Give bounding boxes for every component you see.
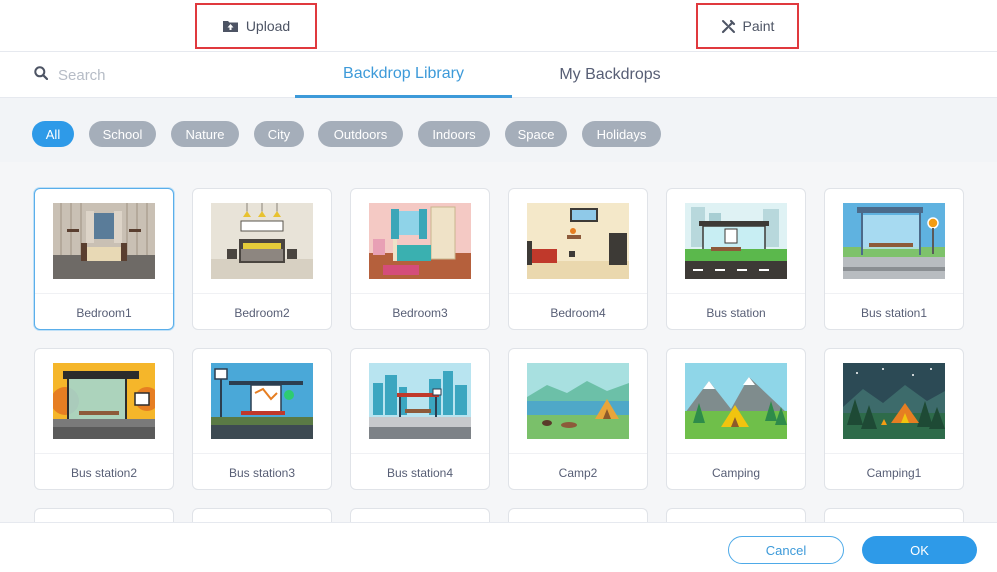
backdrop-card-partial[interactable]: [34, 508, 174, 522]
backdrop-grid: Bedroom1 Bedroom2 Bedroom3 Bedroom4 Bus …: [0, 162, 997, 522]
backdrop-label: Camping1: [825, 453, 963, 480]
backdrop-label: Bus station3: [193, 453, 331, 480]
upload-label: Upload: [245, 18, 291, 34]
cancel-button[interactable]: Cancel: [728, 536, 844, 564]
backdrop-card-camping1[interactable]: Camping1: [824, 348, 964, 490]
backdrop-card-camping[interactable]: Camping: [666, 348, 806, 490]
backdrop-thumbnail-camping1: [843, 363, 945, 439]
backdrop-thumbnail-bus-station: [685, 203, 787, 279]
backdrop-card-bedroom1[interactable]: Bedroom1: [34, 188, 174, 330]
backdrop-thumbnail-bus-station4: [369, 363, 471, 439]
backdrop-card-camp2[interactable]: Camp2: [508, 348, 648, 490]
backdrop-card-bus-station2[interactable]: Bus station2: [34, 348, 174, 490]
filter-holidays[interactable]: Holidays: [582, 121, 661, 147]
backdrop-card-bus-station[interactable]: Bus station: [666, 188, 806, 330]
filter-city[interactable]: City: [254, 121, 304, 147]
backdrop-label: Bus station1: [825, 293, 963, 320]
backdrop-card-partial[interactable]: [350, 508, 490, 522]
backdrop-label: Bedroom2: [193, 293, 331, 320]
backdrop-thumbnail-bedroom3: [369, 203, 471, 279]
dialog-footer: Cancel OK: [0, 522, 997, 572]
backdrop-card-bedroom3[interactable]: Bedroom3: [350, 188, 490, 330]
paint-button[interactable]: Paint: [696, 3, 799, 49]
backdrop-card-partial[interactable]: [666, 508, 806, 522]
backdrop-label: Bedroom1: [35, 293, 173, 320]
backdrop-thumbnail-bus-station1: [843, 203, 945, 279]
backdrop-card-bus-station3[interactable]: Bus station3: [192, 348, 332, 490]
upload-icon: [222, 19, 239, 33]
filter-indoors[interactable]: Indoors: [418, 121, 490, 147]
tab-my-backdrops[interactable]: My Backdrops: [530, 52, 690, 98]
backdrop-card-bus-station1[interactable]: Bus station1: [824, 188, 964, 330]
backdrop-card-partial[interactable]: [824, 508, 964, 522]
filter-nature[interactable]: Nature: [171, 121, 239, 147]
backdrop-card-bedroom2[interactable]: Bedroom2: [192, 188, 332, 330]
search-box[interactable]: Search: [34, 52, 106, 98]
ok-button[interactable]: OK: [862, 536, 977, 564]
backdrop-label: Bus station2: [35, 453, 173, 480]
backdrop-card-partial[interactable]: [192, 508, 332, 522]
filter-outdoors[interactable]: Outdoors: [318, 121, 403, 147]
backdrop-thumbnail-bus-station2: [53, 363, 155, 439]
filter-all[interactable]: All: [32, 121, 74, 147]
backdrop-card-bus-station4[interactable]: Bus station4: [350, 348, 490, 490]
backdrop-thumbnail-camping: [685, 363, 787, 439]
backdrop-thumbnail-camp2: [527, 363, 629, 439]
backdrop-label: Bedroom4: [509, 293, 647, 320]
backdrop-card-bedroom4[interactable]: Bedroom4: [508, 188, 648, 330]
paint-brush-icon: [721, 19, 736, 34]
backdrop-label: Camp2: [509, 453, 647, 480]
library-header: Search Backdrop Library My Backdrops: [0, 52, 997, 98]
backdrop-label: Bus station4: [351, 453, 489, 480]
backdrop-label: Bus station: [667, 293, 805, 320]
backdrop-card-partial[interactable]: [508, 508, 648, 522]
filter-school[interactable]: School: [89, 121, 156, 147]
top-toolbar: Upload Paint: [0, 0, 997, 52]
backdrop-thumbnail-bedroom2: [211, 203, 313, 279]
category-filter-bar: All School Nature City Outdoors Indoors …: [0, 98, 997, 162]
search-input[interactable]: Search: [58, 67, 106, 84]
paint-label: Paint: [742, 18, 775, 34]
backdrop-thumbnail-bedroom4: [527, 203, 629, 279]
filter-space[interactable]: Space: [505, 121, 567, 147]
search-icon: [34, 66, 49, 84]
backdrop-thumbnail-bedroom1: [53, 203, 155, 279]
upload-button[interactable]: Upload: [195, 3, 317, 49]
tab-backdrop-library[interactable]: Backdrop Library: [295, 52, 512, 98]
backdrop-label: Camping: [667, 453, 805, 480]
backdrop-thumbnail-bus-station3: [211, 363, 313, 439]
backdrop-label: Bedroom3: [351, 293, 489, 320]
